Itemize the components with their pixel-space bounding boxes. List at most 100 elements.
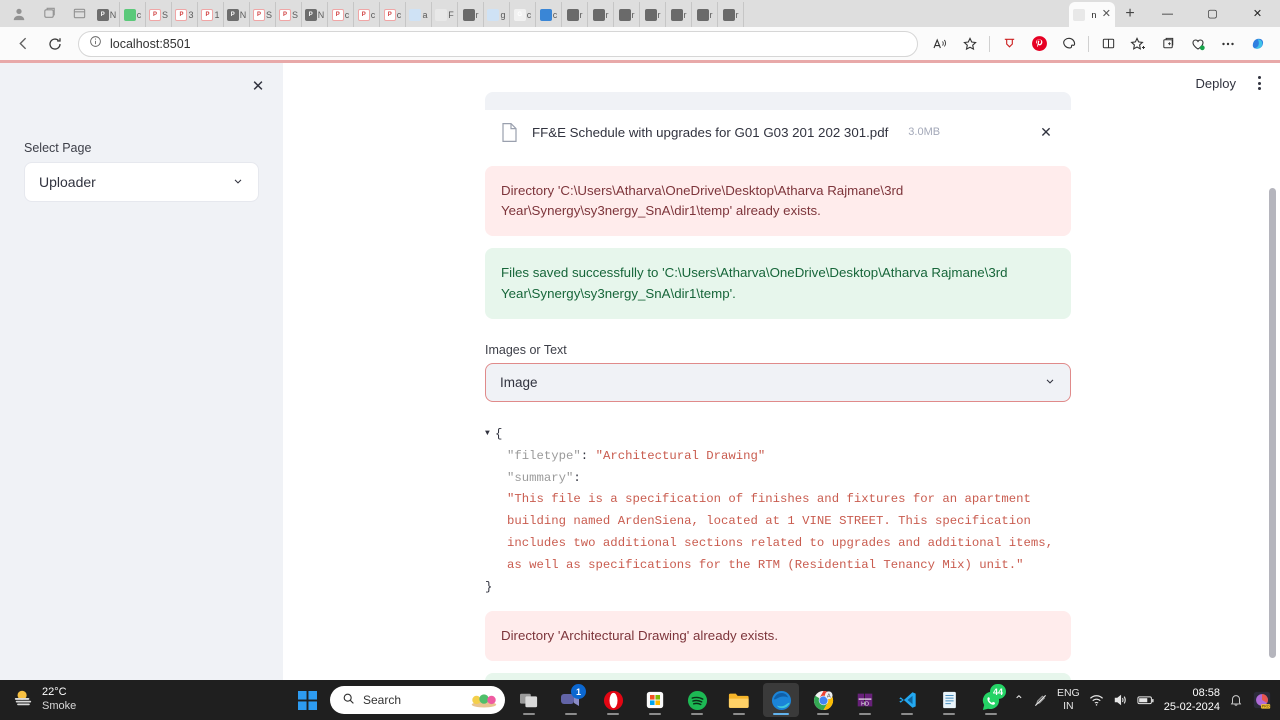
extension-icon[interactable] xyxy=(995,30,1023,58)
browser-tab-7[interactable]: PS xyxy=(276,2,302,27)
browser-tab-15[interactable]: g xyxy=(484,2,510,27)
volume-icon[interactable] xyxy=(1113,693,1128,707)
maximize-button[interactable]: ▢ xyxy=(1190,0,1235,27)
json-root-line[interactable]: ▼{ xyxy=(485,424,1071,446)
browser-tab-1[interactable]: c xyxy=(120,2,146,27)
browser-tabs[interactable]: PNcPSP3P1PNPSPSPNPcPcPcaFrgGccrrrrrrr xyxy=(94,0,1069,27)
photo-editor-icon[interactable]: PRO xyxy=(1252,690,1272,710)
minimize-button[interactable]: — xyxy=(1145,0,1190,27)
remove-file-icon[interactable]: ✕ xyxy=(1035,121,1057,143)
close-window-button[interactable]: ✕ xyxy=(1235,0,1280,27)
browser-tab-12[interactable]: a xyxy=(406,2,432,27)
split-screen-icon[interactable] xyxy=(1094,30,1122,58)
battery-icon[interactable] xyxy=(1137,694,1155,706)
shopping-icon[interactable] xyxy=(1184,30,1212,58)
json-close-brace: } xyxy=(485,579,493,594)
tray-language[interactable]: ENG IN xyxy=(1057,687,1080,712)
taskbar-app-google-chrome[interactable]: A xyxy=(805,683,841,717)
taskbar-app-task-view[interactable] xyxy=(511,683,547,717)
reload-icon[interactable] xyxy=(40,30,70,58)
collections-icon[interactable] xyxy=(1154,30,1182,58)
browser-tab-10[interactable]: Pc xyxy=(354,2,380,27)
app-main: Deploy FF&E Schedule with upgrades for G… xyxy=(283,63,1280,680)
vertical-scrollbar[interactable] xyxy=(1269,188,1276,658)
browser-tab-23[interactable]: r xyxy=(692,2,718,27)
collapse-triangle-icon[interactable]: ▼ xyxy=(485,427,495,441)
taskbar-app-whatsapp[interactable]: 44 xyxy=(973,683,1009,717)
taskbar-app-spotify[interactable] xyxy=(679,683,715,717)
close-tab-icon[interactable]: ✕ xyxy=(1102,9,1111,20)
browser-tab-24[interactable]: r xyxy=(718,2,744,27)
browser-tab-21[interactable]: r xyxy=(640,2,666,27)
browser-essentials-icon[interactable] xyxy=(1055,30,1083,58)
json-filetype-colon: : xyxy=(580,448,589,463)
browser-tab-5[interactable]: PN xyxy=(224,2,250,27)
browser-tab-17[interactable]: c xyxy=(536,2,562,27)
browser-tab-19[interactable]: r xyxy=(588,2,614,27)
url-input[interactable]: localhost:8501 xyxy=(78,30,918,57)
taskbar-search[interactable]: Search xyxy=(330,686,505,714)
settings-more-icon[interactable] xyxy=(1214,30,1242,58)
browser-tab-14[interactable]: r xyxy=(458,2,484,27)
vertical-tabs-icon[interactable] xyxy=(64,1,94,27)
profile-avatar-icon[interactable] xyxy=(4,1,34,27)
read-aloud-icon[interactable] xyxy=(926,30,954,58)
taskbar-clock[interactable]: 08:58 25-02-2024 xyxy=(1164,686,1220,715)
images-or-text-label: Images or Text xyxy=(485,342,567,357)
taskbar-app-notepad[interactable] xyxy=(931,683,967,717)
start-button[interactable] xyxy=(290,683,324,717)
taskbar-app-microsoft-edge[interactable] xyxy=(763,683,799,717)
tab-favicon xyxy=(435,8,448,21)
browser-tab-0[interactable]: PN xyxy=(94,2,120,27)
taskbar-app-vs-code[interactable] xyxy=(889,683,925,717)
browser-tab-22[interactable]: r xyxy=(666,2,692,27)
new-tab-button[interactable]: + xyxy=(1115,1,1145,27)
browser-tab-6[interactable]: PS xyxy=(250,2,276,27)
pinterest-icon[interactable] xyxy=(1025,30,1053,58)
browser-tab-2[interactable]: PS xyxy=(146,2,172,27)
favorite-star-icon[interactable] xyxy=(956,30,984,58)
site-info-icon[interactable] xyxy=(89,35,102,53)
weather-widget[interactable]: 22°C Smoke xyxy=(0,686,290,714)
notification-bell-icon[interactable] xyxy=(1229,693,1243,707)
taskbar-app-visual-studio[interactable]: HD xyxy=(847,683,883,717)
close-sidebar-icon[interactable]: ✕ xyxy=(245,73,271,99)
taskbar-app-teams[interactable]: 1 xyxy=(553,683,589,717)
browser-tab-13[interactable]: F xyxy=(432,2,458,27)
copilot-icon[interactable] xyxy=(1244,30,1272,58)
browser-tab-9[interactable]: Pc xyxy=(328,2,354,27)
taskbar-app-file-explorer[interactable] xyxy=(721,683,757,717)
alert-files-saved-drawing: Files saved successfully to 'Architectur… xyxy=(485,673,1071,680)
wifi-icon[interactable] xyxy=(1089,693,1104,707)
app-menu-icon[interactable] xyxy=(1248,70,1270,96)
select-page-dropdown[interactable]: Uploader xyxy=(24,162,259,202)
file-uploader-dropzone-partial[interactable] xyxy=(485,92,1071,110)
search-icon xyxy=(342,692,355,708)
browser-tab-11[interactable]: Pc xyxy=(380,2,406,27)
tab-favicon xyxy=(566,8,579,21)
tray-expand-icon[interactable]: ⌃ xyxy=(1014,693,1024,707)
images-or-text-dropdown[interactable]: Image xyxy=(485,362,1071,402)
app-sidebar: ✕ Select Page Uploader xyxy=(0,63,283,680)
browser-tab-4[interactable]: P1 xyxy=(198,2,224,27)
back-icon[interactable] xyxy=(8,30,38,58)
tab-label: r xyxy=(631,9,635,20)
taskbar-app-microsoft-store[interactable] xyxy=(637,683,673,717)
browser-tab-8[interactable]: PN xyxy=(302,2,328,27)
tray-no-pen-icon[interactable] xyxy=(1033,693,1048,708)
tab-label: r xyxy=(735,9,739,20)
language-primary: ENG xyxy=(1056,687,1080,700)
tab-groups-icon[interactable] xyxy=(34,1,64,27)
add-favorites-icon[interactable] xyxy=(1124,30,1152,58)
taskbar-app-opera[interactable] xyxy=(595,683,631,717)
browser-tab-active[interactable]: n ✕ xyxy=(1069,2,1115,27)
tab-favicon xyxy=(123,8,136,21)
json-output-viewer: ▼{ "filetype": "Architectural Drawing" "… xyxy=(485,424,1071,599)
tab-label: c xyxy=(396,9,402,20)
tab-favicon: G xyxy=(513,8,526,21)
browser-tab-20[interactable]: r xyxy=(614,2,640,27)
deploy-button[interactable]: Deploy xyxy=(1188,72,1244,95)
browser-tab-16[interactable]: Gc xyxy=(510,2,536,27)
browser-tab-18[interactable]: r xyxy=(562,2,588,27)
browser-tab-3[interactable]: P3 xyxy=(172,2,198,27)
